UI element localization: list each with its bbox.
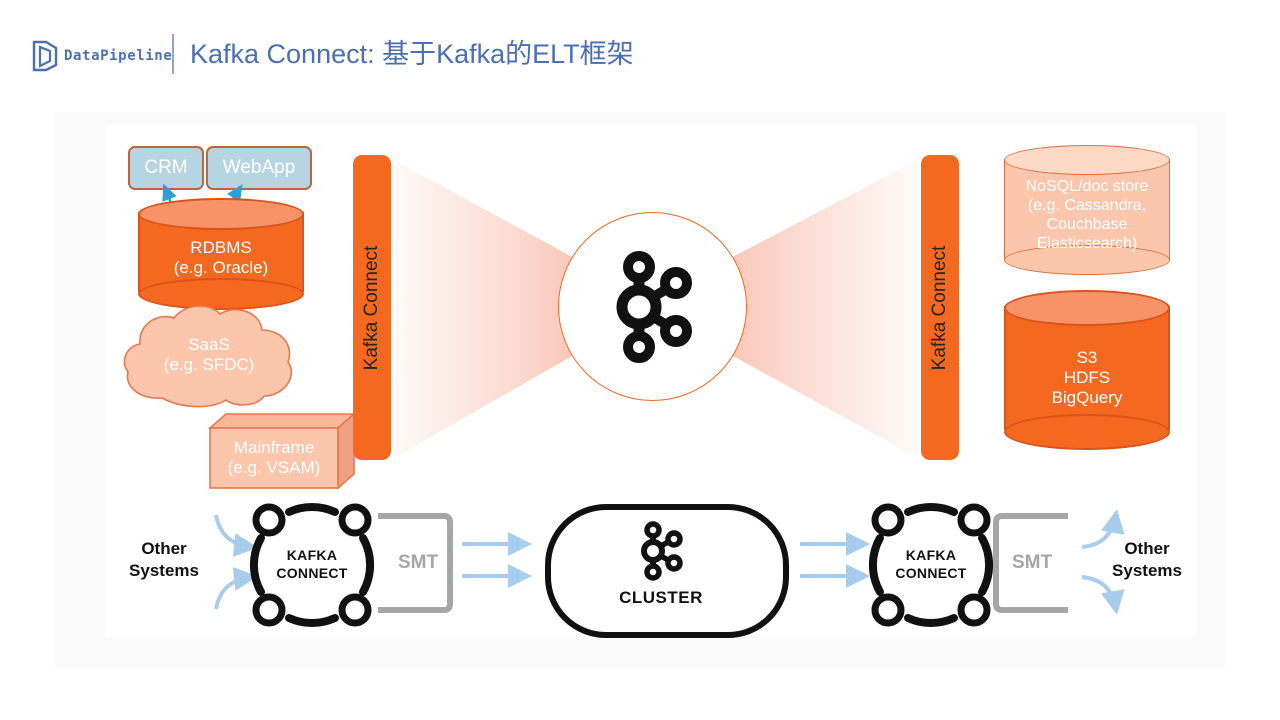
source-app-webapp-label: WebApp	[222, 157, 296, 178]
flow-kafka-connect-right-label: KAFKA CONNECT	[895, 547, 967, 582]
kafka-logo-icon	[616, 251, 692, 363]
page-header: DataPipeline Kafka Connect: 基于Kafka的ELT框…	[0, 0, 1280, 100]
logo-wordmark: DataPipeline	[64, 48, 173, 64]
datapipeline-cube-logo	[32, 40, 58, 72]
kafka-connect-bar-right-label: Kafka Connect	[929, 245, 950, 370]
flow-other-systems-left: Other Systems	[129, 539, 199, 581]
kafka-logo-icon	[641, 521, 683, 581]
target-nosql-cylinder[interactable]: NoSQL/doc store (e.g. Cassandra, Couchba…	[1004, 145, 1170, 275]
source-app-crm-label: CRM	[144, 157, 188, 178]
flow-smt-label-left: SMT	[397, 552, 439, 573]
flow-smt-label-right: SMT	[1011, 552, 1053, 573]
flow-kafka-connect-left-label: KAFKA CONNECT	[276, 547, 348, 582]
kafka-connect-bar-left-label: Kafka Connect	[361, 245, 382, 370]
flow-cluster-label: CLUSTER	[619, 588, 703, 607]
source-rdbms-cylinder[interactable]: RDBMS (e.g. Oracle)	[138, 198, 304, 310]
header-divider	[172, 34, 174, 74]
kafka-connect-bar-right[interactable]: Kafka Connect	[921, 155, 959, 460]
source-mainframe-box[interactable]: Mainframe (e.g. VSAM)	[207, 406, 357, 490]
flow-kafka-connect-left[interactable]: KAFKA CONNECT	[243, 500, 381, 630]
page-title: Kafka Connect: 基于Kafka的ELT框架	[190, 39, 634, 69]
source-saas-cloud[interactable]: SaaS (e.g. SFDC)	[118, 300, 300, 412]
kafka-center-circle	[558, 212, 747, 401]
target-objectstore-cylinder[interactable]: S3 HDFS BigQuery	[1004, 290, 1170, 450]
flow-arrows-to-cluster	[462, 532, 532, 588]
kafka-connect-bar-left[interactable]: Kafka Connect	[353, 155, 391, 460]
flow-other-systems-right: Other Systems	[1112, 539, 1182, 581]
flow-kafka-connect-right[interactable]: KAFKA CONNECT	[862, 500, 1000, 630]
